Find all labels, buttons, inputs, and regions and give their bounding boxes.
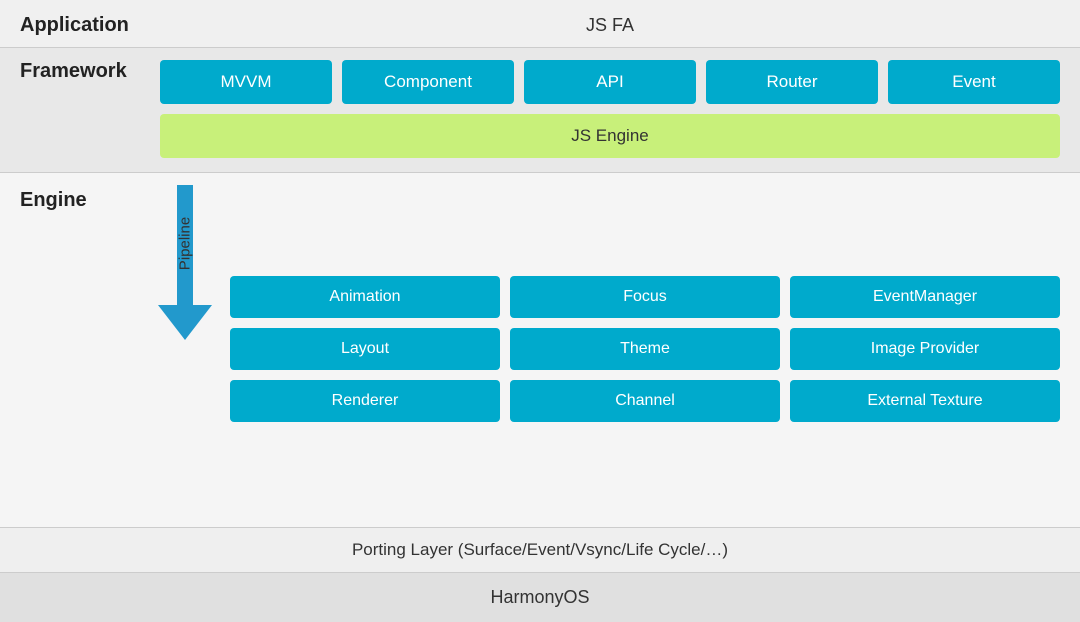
engine-inner: Engine Pipeline Animation Focus EventMan… bbox=[20, 185, 1060, 513]
application-section: Application JS FA bbox=[0, 0, 1080, 48]
engine-boxes-area: Animation Focus EventManager Layout Them… bbox=[230, 185, 1060, 513]
framework-label: Framework bbox=[20, 60, 160, 83]
pipeline-arrow-svg bbox=[158, 185, 212, 345]
harmonyos-section: HarmonyOS bbox=[0, 573, 1080, 622]
js-fa-label: JS FA bbox=[160, 15, 1060, 36]
diagram-container: Application JS FA Framework MVVM Compone… bbox=[0, 0, 1080, 622]
porting-section: Porting Layer (Surface/Event/Vsync/Life … bbox=[0, 528, 1080, 573]
js-engine-box: JS Engine bbox=[160, 114, 1060, 158]
eventmanager-box: EventManager bbox=[790, 276, 1060, 318]
pipeline-arrow: Pipeline bbox=[160, 185, 210, 513]
framework-section: Framework MVVM Component API Router Even… bbox=[0, 48, 1080, 173]
external-texture-box: External Texture bbox=[790, 380, 1060, 422]
framework-engine-row: JS Engine bbox=[160, 114, 1060, 158]
harmonyos-label: HarmonyOS bbox=[490, 587, 589, 607]
engine-row-2: Layout Theme Image Provider bbox=[230, 328, 1060, 370]
image-provider-box: Image Provider bbox=[790, 328, 1060, 370]
layout-box: Layout bbox=[230, 328, 500, 370]
framework-boxes: MVVM Component API Router Event JS Engin… bbox=[160, 60, 1060, 158]
event-box: Event bbox=[888, 60, 1060, 104]
application-label: Application bbox=[20, 14, 160, 37]
engine-section: Engine Pipeline Animation Focus EventMan… bbox=[0, 173, 1080, 528]
framework-top-row: MVVM Component API Router Event bbox=[160, 60, 1060, 104]
animation-box: Animation bbox=[230, 276, 500, 318]
channel-box: Channel bbox=[510, 380, 780, 422]
focus-box: Focus bbox=[510, 276, 780, 318]
component-box: Component bbox=[342, 60, 514, 104]
porting-label: Porting Layer (Surface/Event/Vsync/Life … bbox=[352, 540, 728, 559]
engine-row-3: Renderer Channel External Texture bbox=[230, 380, 1060, 422]
engine-label-area: Engine bbox=[20, 185, 160, 513]
mvvm-box: MVVM bbox=[160, 60, 332, 104]
router-box: Router bbox=[706, 60, 878, 104]
engine-label: Engine bbox=[20, 189, 160, 212]
engine-row-1: Animation Focus EventManager bbox=[230, 276, 1060, 318]
theme-box: Theme bbox=[510, 328, 780, 370]
renderer-box: Renderer bbox=[230, 380, 500, 422]
api-box: API bbox=[524, 60, 696, 104]
